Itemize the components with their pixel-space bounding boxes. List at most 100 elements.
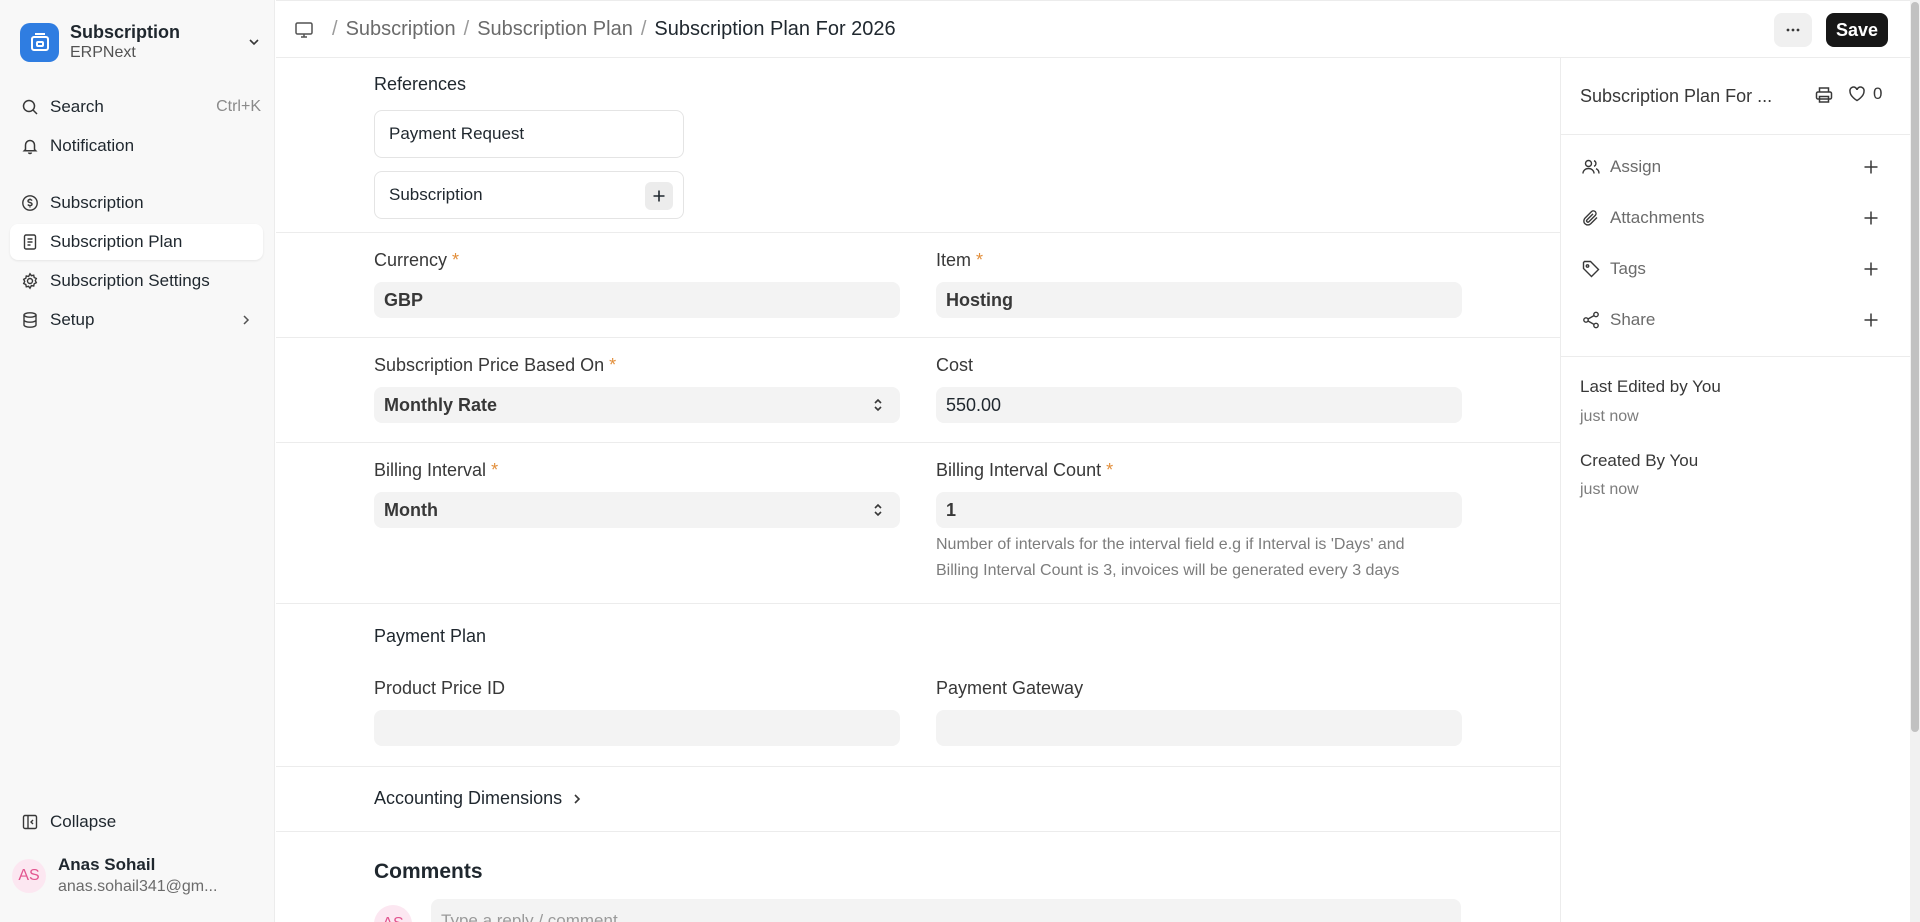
database-icon bbox=[20, 310, 40, 330]
user-email: anas.sohail341@gm... bbox=[58, 878, 218, 895]
required-mark: * bbox=[491, 460, 499, 480]
price-based-on-select[interactable]: Monthly Rate bbox=[374, 387, 900, 423]
sidebar-search[interactable]: Search Ctrl+K bbox=[10, 89, 263, 125]
cost-field[interactable]: 550.00 bbox=[936, 387, 1462, 423]
billing-interval-value: Month bbox=[384, 499, 438, 520]
share-label: Share bbox=[1610, 310, 1656, 329]
right-sidebar: Subscription Plan For ... 0 Assign Attac… bbox=[1560, 58, 1911, 922]
accounting-dimensions-toggle[interactable]: Accounting Dimensions bbox=[374, 788, 584, 809]
sidebar-collapse-button[interactable]: Collapse bbox=[10, 804, 263, 840]
payment-gateway-label: Payment Gateway bbox=[936, 678, 1084, 698]
sidebar-notification[interactable]: Notification bbox=[10, 128, 263, 164]
avatar: AS bbox=[12, 859, 46, 893]
currency-field[interactable]: GBP bbox=[374, 282, 900, 318]
tags-label: Tags bbox=[1610, 259, 1646, 278]
workspace-subtitle: ERPNext bbox=[70, 44, 136, 61]
reference-label: Subscription bbox=[389, 185, 483, 204]
collapse-label: Collapse bbox=[50, 812, 117, 831]
description-line: Number of intervals for the interval fie… bbox=[936, 536, 1405, 553]
breadcrumb-subscription[interactable]: Subscription bbox=[346, 18, 456, 41]
select-arrows-icon bbox=[872, 396, 884, 419]
plus-icon[interactable] bbox=[1860, 309, 1882, 331]
section-divider bbox=[276, 603, 1560, 604]
tags-row[interactable]: Tags bbox=[1580, 252, 1882, 286]
search-shortcut: Ctrl+K bbox=[216, 98, 261, 115]
last-edited-label: Last Edited by You bbox=[1580, 377, 1721, 396]
document-title: Subscription Plan For ... bbox=[1580, 86, 1773, 106]
attachments-row[interactable]: Attachments bbox=[1580, 201, 1882, 235]
sidebar-item-label: Subscription Plan bbox=[50, 232, 183, 251]
panel-divider bbox=[1561, 356, 1911, 357]
reference-payment-request[interactable]: Payment Request bbox=[374, 110, 684, 158]
print-icon[interactable] bbox=[1813, 84, 1835, 106]
attachments-label: Attachments bbox=[1610, 208, 1705, 227]
share-row[interactable]: Share bbox=[1580, 303, 1882, 337]
accounting-dimensions-label: Accounting Dimensions bbox=[374, 788, 563, 808]
payment-gateway-field[interactable] bbox=[936, 710, 1462, 746]
sidebar-item-subscription-plan[interactable]: Subscription Plan bbox=[10, 224, 263, 260]
currency-label: Currency * bbox=[374, 250, 459, 271]
sidebar-search-label: Search bbox=[50, 97, 104, 116]
created-time: just now bbox=[1580, 481, 1639, 498]
breadcrumb: / Subscription / Subscription Plan / Sub… bbox=[294, 1, 896, 58]
desktop-icon[interactable] bbox=[294, 20, 314, 40]
sidebar-item-subscription-settings[interactable]: Subscription Settings bbox=[10, 263, 263, 299]
section-divider bbox=[276, 232, 1560, 233]
collapse-sidebar-icon bbox=[20, 812, 40, 832]
workspace-text: Subscription ERPNext bbox=[70, 21, 243, 63]
users-icon bbox=[1580, 156, 1602, 178]
plus-icon[interactable] bbox=[1860, 258, 1882, 280]
workspace-logo-icon bbox=[20, 22, 59, 62]
plus-icon[interactable] bbox=[1860, 207, 1882, 229]
references-title: References bbox=[374, 74, 467, 94]
billing-interval-count-field[interactable]: 1 bbox=[936, 492, 1462, 528]
heart-icon bbox=[1849, 86, 1865, 102]
cost-label-text: Cost bbox=[936, 355, 974, 375]
user-name: Anas Sohail bbox=[58, 855, 156, 874]
item-field[interactable]: Hosting bbox=[936, 282, 1462, 318]
breadcrumb-subscription-plan[interactable]: Subscription Plan bbox=[477, 18, 633, 41]
share-icon bbox=[1580, 309, 1602, 331]
sidebar-item-label: Subscription Settings bbox=[50, 271, 210, 290]
save-button[interactable]: Save bbox=[1826, 13, 1888, 47]
required-mark: * bbox=[609, 355, 617, 375]
comment-input[interactable]: Type a reply / comment bbox=[431, 899, 1461, 922]
billing-interval-label-text: Billing Interval bbox=[374, 460, 487, 480]
bell-icon bbox=[20, 136, 40, 156]
billing-interval-count-description: Number of intervals for the interval fie… bbox=[936, 532, 1496, 584]
section-divider bbox=[276, 831, 1560, 832]
page-header: / Subscription / Subscription Plan / Sub… bbox=[276, 0, 1910, 58]
assign-label: Assign bbox=[1610, 157, 1662, 176]
panel-divider bbox=[1561, 134, 1911, 135]
tag-icon bbox=[1580, 258, 1602, 280]
dollar-circle-icon bbox=[20, 193, 40, 213]
add-subscription-button[interactable] bbox=[645, 182, 673, 210]
section-divider bbox=[276, 337, 1560, 338]
created-label: Created By You bbox=[1580, 451, 1699, 470]
payment-plan-title: Payment Plan bbox=[374, 626, 487, 646]
sidebar-item-setup[interactable]: Setup bbox=[10, 302, 263, 338]
workspace-switcher[interactable]: Subscription ERPNext bbox=[20, 20, 265, 64]
assign-row[interactable]: Assign bbox=[1580, 150, 1882, 184]
user-text: Anas Sohail anas.sohail341@gm... bbox=[58, 854, 217, 898]
comment-avatar: AS bbox=[374, 905, 412, 922]
more-actions-button[interactable] bbox=[1774, 13, 1812, 47]
sidebar-item-subscription[interactable]: Subscription bbox=[10, 185, 263, 221]
like-button[interactable]: 0 bbox=[1847, 84, 1882, 104]
sidebar-item-label: Setup bbox=[50, 310, 95, 329]
section-divider bbox=[276, 766, 1560, 767]
breadcrumb-separator: / bbox=[640, 18, 647, 40]
breadcrumb-separator: / bbox=[332, 18, 338, 40]
reference-subscription[interactable]: Subscription bbox=[374, 171, 684, 219]
required-mark: * bbox=[976, 250, 984, 270]
user-card[interactable]: AS Anas Sohail anas.sohail341@gm... bbox=[12, 848, 262, 904]
billing-interval-label: Billing Interval * bbox=[374, 460, 498, 481]
plus-icon[interactable] bbox=[1860, 156, 1882, 178]
billing-interval-select[interactable]: Month bbox=[374, 492, 900, 528]
scrollbar-thumb[interactable] bbox=[1911, 2, 1919, 732]
plus-icon bbox=[653, 190, 665, 202]
search-icon bbox=[20, 97, 40, 117]
product-price-id-field[interactable] bbox=[374, 710, 900, 746]
ellipsis-icon bbox=[1786, 28, 1800, 32]
last-edited-time: just now bbox=[1580, 408, 1639, 425]
